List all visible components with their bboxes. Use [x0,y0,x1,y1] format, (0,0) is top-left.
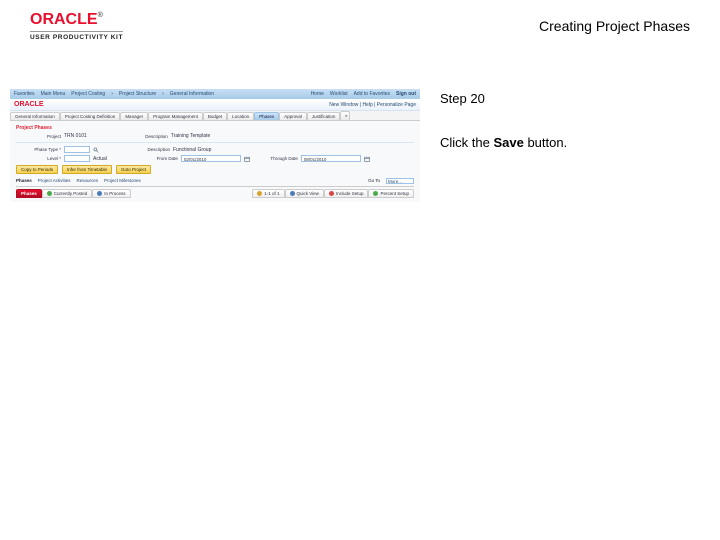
subtab-row: Phases Project Activities Resources Proj… [16,178,414,187]
tab-project-costing-definition[interactable]: Project Costing Definition [60,112,121,120]
from-date-input[interactable]: 02/01/2010 [181,155,241,162]
from-date-label: From Date [133,156,178,161]
quick-view-button[interactable]: Quick View [285,189,324,198]
setup-icon [329,191,334,196]
brandrow-links[interactable]: New Window | Help | Personalize Page [329,102,416,108]
instruction-text: Click the Save button. [440,134,700,152]
phase-type-input[interactable] [64,146,90,153]
description2-label: Description [125,147,170,152]
level-input[interactable] [64,155,90,162]
calendar-icon[interactable] [364,156,370,162]
infer-from-timetable-button[interactable]: Infer from Timetable [62,165,112,174]
grid-shown: 1-1 of 1 [252,189,284,198]
topbar-home[interactable]: Home [311,91,324,97]
instruction-panel: Step 20 Click the Save button. [440,89,700,239]
mini-oracle-logo: ORACLE [14,101,44,108]
section-title: Project Phases [16,125,414,131]
include-setup-button[interactable]: Include Setup [324,189,369,198]
brand-subtitle: USER PRODUCTIVITY KIT [30,31,123,41]
app-topbar: Favorites Main Menu Project Costing › Pr… [10,89,420,99]
description-label: Description [123,134,168,139]
bottom-tab-row: Phases Currently Posted In Process 1-1 o… [16,189,414,198]
main-content: Favorites Main Menu Project Costing › Pr… [0,49,720,239]
form-area: Project Phases Project TRN 0101 Descript… [10,121,420,202]
oracle-logo-text: ORACLE [30,11,98,28]
topbar-signout[interactable]: Sign out [396,91,416,97]
bottom-tab-currently-posted[interactable]: Currently Posted [42,189,93,198]
level-label: Level * [16,156,61,161]
topbar-addfav[interactable]: Add to Favorites [354,91,390,97]
search-icon[interactable] [93,147,99,153]
registered-mark: ® [98,12,103,19]
page-title: Creating Project Phases [539,18,690,34]
tab-program-management[interactable]: Program Management [148,112,203,120]
percent-icon [373,191,378,196]
button-row: Copy to Periods Infer from Timetable Got… [16,165,414,174]
calendar-icon[interactable] [244,156,250,162]
dot-icon [47,191,52,196]
copy-to-periods-button[interactable]: Copy to Periods [16,165,58,174]
tab-phases[interactable]: Phases [254,112,279,120]
goto-project-button[interactable]: Goto Project [116,165,151,174]
bottom-tab-phases[interactable]: Phases [16,189,42,198]
subtab-project-activities[interactable]: Project Activities [38,178,71,184]
description2-value: Functional Group [173,147,211,153]
tab-budget[interactable]: Budget [203,112,227,120]
thru-date-label: Through Date [253,156,298,161]
page-header: ORACLE® USER PRODUCTIVITY KIT Creating P… [0,0,720,49]
goto-label: Go To [368,178,380,184]
topbar-item[interactable]: Main Menu [41,91,66,97]
topbar-worklist[interactable]: Worklist [330,91,348,97]
dot-icon [97,191,102,196]
app-screenshot: Favorites Main Menu Project Costing › Pr… [10,89,420,239]
instruction-suffix: button. [524,135,567,150]
instruction-bold: Save [493,135,523,150]
step-label: Step 20 [440,91,700,106]
topbar-item[interactable]: General Information [170,91,214,97]
instruction-prefix: Click the [440,135,493,150]
project-label: Project [16,134,61,139]
level-value: Actual [93,156,107,162]
tab-location[interactable]: Location [227,112,254,120]
thru-date-input[interactable]: 08/01/2010 [301,155,361,162]
topbar-item[interactable]: Project Costing [71,91,105,97]
brand-logo: ORACLE® USER PRODUCTIVITY KIT [30,12,123,41]
percent-setup-button[interactable]: Percent Setup [368,189,414,198]
phase-type-label: Phase Type * [16,147,61,152]
project-value: TRN 0101 [64,133,87,139]
subtab-project-milestones[interactable]: Project Milestones [104,178,141,184]
subtab-resources[interactable]: Resources [77,178,99,184]
tab-justification[interactable]: Justification [307,112,341,120]
tab-more-icon[interactable]: ▸ [340,111,350,120]
bottom-tab-in-process[interactable]: In Process [92,189,130,198]
app-brandrow: ORACLE New Window | Help | Personalize P… [10,99,420,111]
tab-general-information[interactable]: General Information [10,112,60,120]
tab-manager[interactable]: Manager [120,112,148,120]
view-icon [290,191,295,196]
goto-select[interactable]: More... [386,178,414,184]
grid-icon [257,191,262,196]
topbar-item[interactable]: Favorites [14,91,35,97]
topbar-item[interactable]: Project Structure [119,91,156,97]
app-tab-row: General Information Project Costing Defi… [10,111,420,121]
description-value: Training Template [171,133,210,139]
subtab-phases[interactable]: Phases [16,178,32,184]
tab-approval[interactable]: Approval [279,112,307,120]
